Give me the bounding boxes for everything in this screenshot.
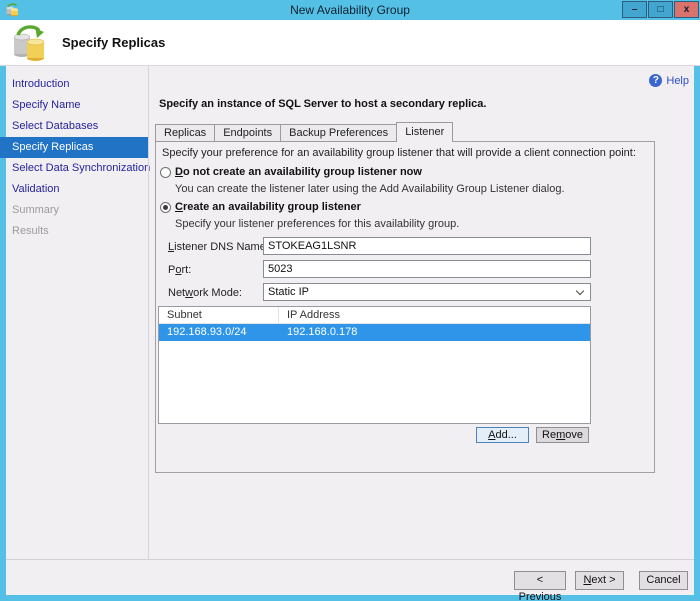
new-availability-group-window: New Availability Group – □ x Specify Rep… (0, 0, 700, 601)
ip-table-header: Subnet IP Address (159, 307, 590, 324)
network-mode-label: Network Mode: (168, 287, 242, 299)
subnet-ip-table: Subnet IP Address 192.168.93.0/24 192.168.… (158, 306, 591, 424)
tab-endpoints[interactable]: Endpoints (214, 124, 282, 142)
column-header-subnet[interactable]: Subnet (159, 307, 279, 323)
minimize-button[interactable]: – (622, 1, 647, 18)
sidebar-nav: Introduction Specify Name Select Databases… (0, 66, 150, 559)
table-row[interactable]: 192.168.93.0/24 192.168.0.178 (159, 324, 590, 341)
close-button[interactable]: x (674, 1, 699, 18)
sidebar-item-select-databases[interactable]: Select Databases (6, 116, 148, 137)
tab-listener[interactable]: Listener (396, 122, 454, 142)
network-mode-value: Static IP (268, 286, 309, 298)
radio-do-not-create-description: You can create the listener later using … (175, 183, 565, 195)
tab-replicas[interactable]: Replicas (155, 124, 216, 142)
remove-button[interactable]: Remove (536, 427, 589, 443)
help-link[interactable]: ? Help (649, 74, 689, 87)
sidebar-item-specify-replicas[interactable]: Specify Replicas (0, 137, 148, 158)
chevron-down-icon (575, 286, 585, 296)
radio-create-description: Specify your listener preferences for th… (175, 218, 460, 230)
previous-button[interactable]: < Previous (514, 571, 566, 601)
content-area: ? Help Specify an instance of SQL Server… (149, 66, 694, 595)
tab-backup-preferences[interactable]: Backup Preferences (280, 124, 398, 142)
next-button[interactable]: Next > (575, 571, 624, 590)
sidebar-item-validation[interactable]: Validation (6, 179, 148, 200)
port-input[interactable] (263, 260, 591, 278)
radio-create-label[interactable]: Create an availability group listener (175, 201, 361, 213)
column-header-ip-address[interactable]: IP Address (279, 307, 590, 323)
window-title: New Availability Group (290, 3, 410, 17)
radio-do-not-create-listener[interactable] (160, 167, 171, 178)
page-title: Specify Replicas (62, 35, 166, 50)
sidebar-item-results: Results (12, 225, 49, 237)
sidebar-item-introduction[interactable]: Introduction (6, 74, 148, 95)
footer-buttons: < Previous Next > Cancel (514, 571, 688, 601)
page-instruction: Specify an instance of SQL Server to hos… (159, 98, 487, 110)
listener-tab-panel: Specify your preference for an availabil… (155, 141, 655, 473)
tab-strip: Replicas Endpoints Backup Preferences Liste… (155, 122, 454, 142)
help-icon: ? (649, 74, 663, 87)
ip-table-body: 192.168.93.0/24 192.168.0.178 (159, 324, 590, 341)
add-button[interactable]: Add... (476, 427, 529, 443)
help-label: Help (666, 74, 689, 87)
radio-do-not-create-label[interactable]: Do not create an availability group list… (175, 166, 422, 178)
wizard-body: Introduction Specify Name Select Databases… (0, 66, 694, 601)
listener-intro-text: Specify your preference for an availabil… (162, 147, 636, 159)
footer-divider (6, 559, 694, 560)
radio-create-listener[interactable] (160, 202, 171, 213)
sidebar-item-specify-name[interactable]: Specify Name (6, 95, 148, 116)
dns-name-input[interactable] (263, 237, 591, 255)
titlebar: New Availability Group – □ x (0, 0, 700, 20)
maximize-button[interactable]: □ (648, 1, 673, 18)
port-label: Port: (168, 264, 192, 276)
dns-name-label: Listener DNS Name: (168, 241, 269, 253)
sidebar-item-select-data-synchronization[interactable]: Select Data Synchronization (6, 158, 150, 179)
wizard-header: Specify Replicas (0, 20, 700, 66)
network-mode-select[interactable]: Static IP (263, 283, 591, 301)
sidebar-item-summary: Summary (12, 204, 60, 216)
cancel-button[interactable]: Cancel (639, 571, 688, 590)
replicas-database-icon (13, 24, 45, 61)
